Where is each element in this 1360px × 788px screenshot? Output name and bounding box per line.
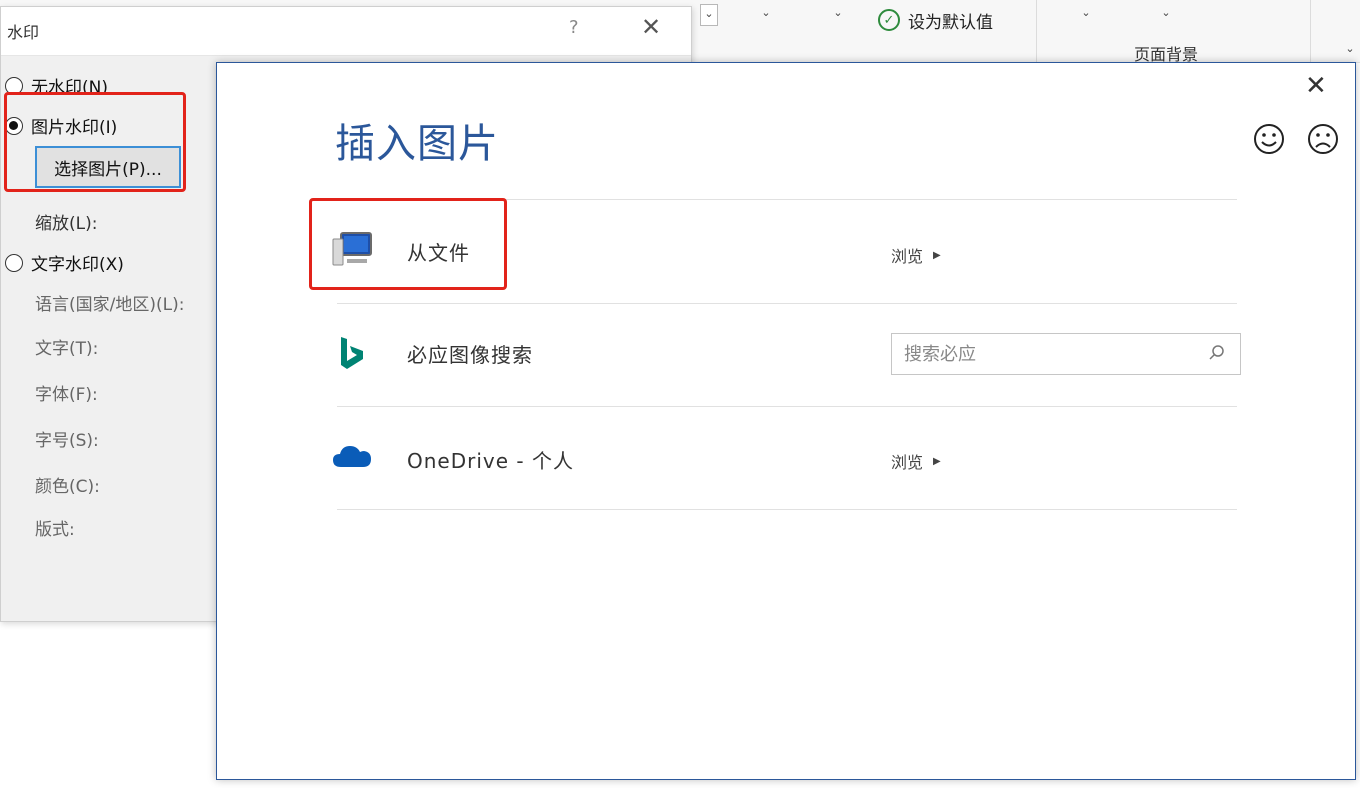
frown-icon[interactable]	[1307, 123, 1339, 155]
set-default-button[interactable]: ✓ 设为默认值	[878, 6, 993, 34]
help-icon[interactable]: ?	[569, 17, 579, 38]
dialog-title: 插入图片	[335, 121, 499, 167]
set-default-label: 设为默认值	[908, 12, 993, 33]
font-label: 字体(F):	[35, 385, 98, 405]
ribbon-dropdown-icon[interactable]: ⌄	[1156, 4, 1176, 24]
bing-search-input[interactable]	[902, 334, 1196, 374]
dialog-title: 水印	[7, 23, 40, 42]
ribbon-dropdown-icon[interactable]: ⌄	[756, 4, 776, 24]
radio-button[interactable]	[5, 253, 23, 272]
browse-link[interactable]: 浏览 ▶	[891, 449, 941, 473]
smile-icon[interactable]	[1253, 123, 1285, 155]
close-icon[interactable]: ✕	[1305, 71, 1327, 101]
browse-link[interactable]: 浏览 ▶	[891, 243, 941, 267]
scale-label: 缩放(L):	[35, 214, 98, 234]
color-label: 颜色(C):	[35, 477, 100, 497]
insert-picture-dialog: 插入图片 ✕ 从文件 浏览 ▶ 必应图像搜索 搜索必应 OneDrive - 个…	[216, 62, 1356, 780]
bing-icon	[341, 337, 363, 369]
highlight-box	[4, 92, 186, 192]
bing-search-box[interactable]	[891, 333, 1241, 375]
ribbon-dropdown-icon[interactable]: ⌄	[828, 4, 848, 24]
text-label: 文字(T):	[35, 339, 99, 359]
size-label: 字号(S):	[35, 431, 99, 451]
radio-label: 文字水印(X)	[31, 255, 124, 275]
check-circle-icon: ✓	[878, 9, 900, 31]
ribbon-separator	[1036, 0, 1037, 62]
ribbon-dropdown-icon[interactable]: ⌄	[1076, 4, 1096, 24]
divider	[337, 509, 1237, 510]
browse-label: 浏览	[891, 453, 924, 472]
radio-text-watermark[interactable]: 文字水印(X)	[5, 250, 124, 275]
language-label: 语言(国家/地区)(L):	[35, 295, 185, 315]
triangle-right-icon: ▶	[933, 455, 941, 467]
highlight-box	[309, 198, 507, 290]
watermark-dialog-titlebar: 水印 ? ✕	[1, 7, 691, 56]
bing-search-label: 必应图像搜索	[407, 343, 533, 367]
onedrive-label: OneDrive - 个人	[407, 449, 574, 473]
ribbon-separator	[1310, 0, 1311, 62]
triangle-right-icon: ▶	[933, 249, 941, 261]
ribbon-collapse-icon[interactable]: ⌄	[1340, 40, 1360, 60]
search-icon[interactable]	[1208, 344, 1226, 362]
browse-label: 浏览	[891, 247, 924, 266]
layout-label: 版式:	[35, 520, 75, 540]
page-background-group-label: 页面背景	[1134, 45, 1199, 62]
divider	[337, 303, 1237, 304]
ribbon-dropdown-arrow-icon[interactable]: ⌄	[700, 4, 718, 26]
onedrive-cloud-icon	[333, 446, 371, 467]
close-icon[interactable]: ✕	[641, 13, 661, 41]
divider	[337, 406, 1237, 407]
